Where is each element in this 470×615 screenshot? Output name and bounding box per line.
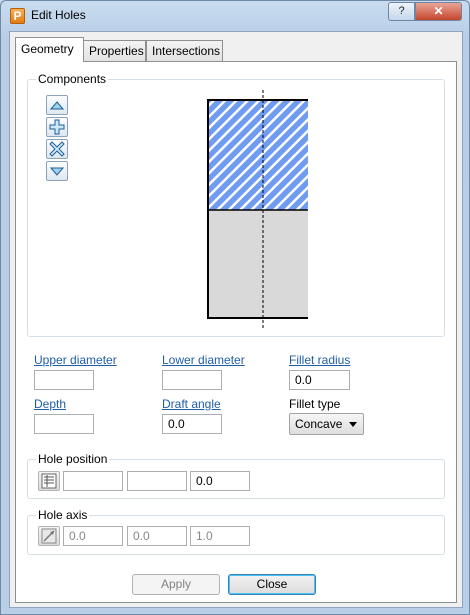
- hole-position-z-field[interactable]: [190, 471, 250, 491]
- apply-button[interactable]: Apply: [132, 574, 220, 595]
- axis-icon: [41, 528, 57, 544]
- remove-component-button[interactable]: [46, 139, 68, 159]
- fillet-radius-field[interactable]: [289, 370, 350, 390]
- depth-link[interactable]: Depth: [34, 397, 66, 411]
- fillet-type-value: Concave: [295, 417, 343, 431]
- move-up-button[interactable]: [46, 95, 68, 115]
- add-component-button[interactable]: [46, 117, 68, 137]
- tab-properties[interactable]: Properties: [83, 40, 146, 61]
- hole-axis-k-field[interactable]: [190, 526, 250, 546]
- upper-diameter-link[interactable]: Upper diameter: [34, 353, 117, 367]
- chevron-down-icon: [349, 422, 357, 427]
- position-list-icon: [41, 473, 57, 489]
- tab-intersections[interactable]: Intersections: [146, 40, 223, 61]
- hole-position-y-field[interactable]: [127, 471, 187, 491]
- hole-position-group: Hole position: [27, 452, 445, 499]
- help-button[interactable]: ?: [388, 2, 415, 21]
- draft-angle-field[interactable]: [162, 414, 222, 434]
- hole-position-label: Hole position: [36, 452, 110, 466]
- upper-component[interactable]: [208, 100, 308, 210]
- hole-preview: [207, 90, 308, 330]
- hole-axis-group: Hole axis: [27, 508, 445, 555]
- hole-axis-label: Hole axis: [36, 508, 90, 522]
- move-up-icon: [49, 101, 65, 110]
- draft-angle-link[interactable]: Draft angle: [162, 397, 221, 411]
- components-label: Components: [36, 72, 109, 86]
- components-group: Components: [27, 72, 445, 337]
- hole-position-button[interactable]: [38, 471, 60, 491]
- window-title: Edit Holes: [31, 8, 86, 22]
- window-close-button[interactable]: ✕: [415, 2, 462, 21]
- hole-axis-i-field[interactable]: [63, 526, 123, 546]
- remove-component-icon: [49, 141, 65, 157]
- close-button[interactable]: Close: [228, 574, 316, 595]
- title-bar[interactable]: P Edit Holes ? ✕: [1, 1, 469, 31]
- upper-diameter-field[interactable]: [34, 370, 94, 390]
- lower-diameter-field[interactable]: [162, 370, 222, 390]
- lower-diameter-link[interactable]: Lower diameter: [162, 353, 245, 367]
- hole-axis-button[interactable]: [38, 526, 60, 546]
- fillet-radius-link[interactable]: Fillet radius: [289, 353, 350, 367]
- dialog-client-area: Geometry Properties Intersections Compon…: [9, 31, 463, 608]
- edit-holes-dialog: P Edit Holes ? ✕ Geometry Properties Int…: [0, 0, 470, 615]
- fillet-type-select[interactable]: Concave: [289, 413, 364, 435]
- lower-component[interactable]: [208, 210, 308, 318]
- tab-geometry[interactable]: Geometry: [15, 37, 84, 62]
- depth-field[interactable]: [34, 414, 94, 434]
- app-logo-icon: P: [10, 8, 25, 24]
- fillet-type-label: Fillet type: [289, 397, 341, 411]
- add-component-icon: [49, 119, 65, 135]
- geometry-panel: Components Upper diameter Lower diameter…: [15, 61, 457, 603]
- hole-axis-j-field[interactable]: [127, 526, 187, 546]
- move-down-button[interactable]: [46, 161, 68, 181]
- move-down-icon: [49, 167, 65, 176]
- hole-position-x-field[interactable]: [63, 471, 123, 491]
